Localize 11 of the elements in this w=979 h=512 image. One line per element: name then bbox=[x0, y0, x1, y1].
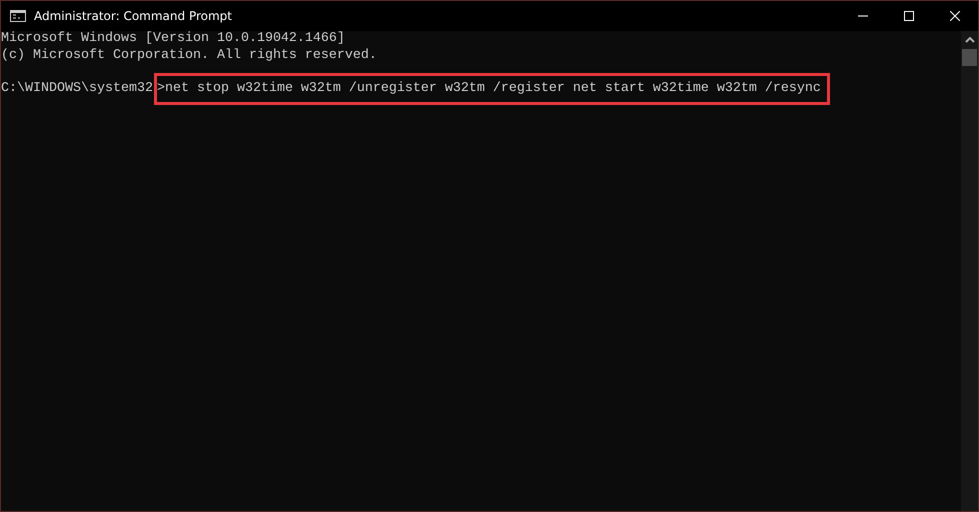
maximize-icon bbox=[904, 11, 914, 21]
console-icon bbox=[10, 10, 26, 22]
scroll-thumb[interactable] bbox=[962, 49, 977, 66]
command-text: >net stop w32time w32tm /unregister w32tm /register net start w32time w32tm /resync bbox=[154, 72, 830, 105]
scroll-up-icon[interactable] bbox=[964, 37, 974, 43]
prompt-path: C:\WINDOWS\system32 bbox=[1, 80, 153, 96]
console-line: (c) Microsoft Corporation. All rights reserved. bbox=[1, 48, 378, 64]
console-line: Microsoft Windows [Version 10.0.19042.1466] bbox=[1, 31, 346, 48]
scrollbar[interactable] bbox=[961, 31, 978, 511]
close-icon bbox=[950, 11, 960, 21]
window-title: Administrator: Command Prompt bbox=[34, 9, 232, 23]
